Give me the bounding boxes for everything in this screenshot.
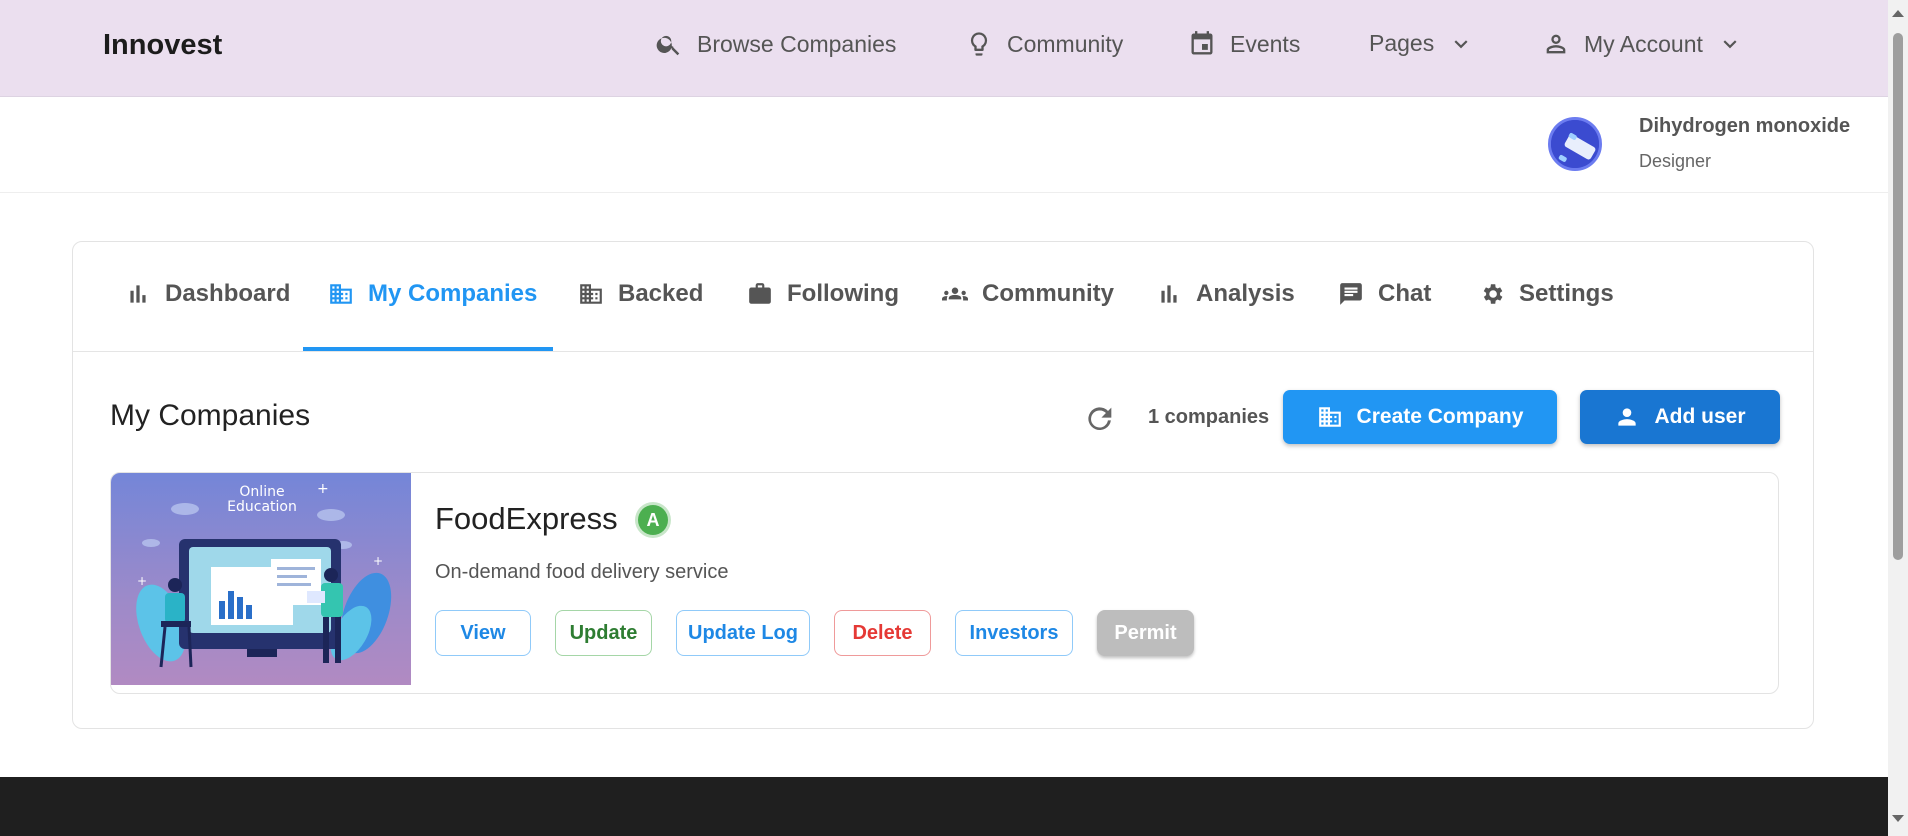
user-name: Dihydrogen monoxide — [1639, 115, 1851, 137]
tab-label: My Companies — [368, 280, 538, 307]
company-thumbnail[interactable]: + + + Online Education — [111, 473, 411, 685]
page-title: My Companies — [110, 399, 311, 432]
active-tab-indicator — [303, 347, 553, 351]
tab-label: Chat — [1378, 280, 1432, 307]
briefcase-icon — [749, 283, 771, 304]
tab-label: Backed — [618, 280, 704, 307]
nav-browse-companies[interactable]: Browse Companies — [655, 30, 896, 58]
nav-events[interactable]: Events — [1188, 30, 1300, 58]
top-navbar: Innovest Browse Companies Community Even… — [0, 0, 1888, 97]
tab-label: Following — [787, 280, 899, 307]
avatar-image — [1551, 120, 1599, 168]
update-button[interactable]: Update — [555, 610, 652, 656]
bar-chart-icon — [1161, 285, 1177, 303]
scroll-thumb[interactable] — [1893, 33, 1903, 560]
tab-following[interactable]: Following — [747, 280, 899, 308]
user-role: Designer — [1639, 151, 1712, 171]
company-actions: View Update Update Log Delete Investors … — [435, 610, 1194, 656]
people-icon — [942, 287, 968, 301]
nav-browse-label: Browse Companies — [697, 30, 897, 57]
tab-chat[interactable]: Chat — [1338, 280, 1431, 308]
tab-label: Settings — [1519, 280, 1614, 307]
building-icon — [1318, 407, 1341, 427]
refresh-icon[interactable] — [1083, 402, 1117, 436]
update-log-button[interactable]: Update Log — [676, 610, 810, 656]
investors-button[interactable]: Investors — [955, 610, 1073, 656]
tab-analysis[interactable]: Analysis — [1156, 280, 1295, 308]
tab-label: Dashboard — [165, 280, 291, 307]
scroll-down-arrow[interactable] — [1892, 815, 1904, 822]
nav-my-account-dropdown[interactable]: My Account — [1542, 30, 1743, 58]
tab-settings[interactable]: Settings — [1479, 280, 1614, 308]
svg-text:+: + — [137, 574, 147, 588]
company-description: On-demand food delivery service — [435, 561, 729, 583]
scroll-up-arrow[interactable] — [1892, 10, 1904, 17]
delete-button[interactable]: Delete — [834, 610, 931, 656]
dashboard-card: Dashboard My Companies Backed Following … — [72, 241, 1814, 729]
company-name[interactable]: FoodExpress — [435, 501, 618, 537]
tab-my-companies[interactable]: My Companies — [328, 280, 537, 308]
calendar-icon — [1191, 31, 1213, 55]
building-icon — [330, 284, 352, 304]
view-button[interactable]: View — [435, 610, 531, 656]
tab-bar: Dashboard My Companies Backed Following … — [73, 242, 1813, 352]
brand-logo[interactable]: Innovest — [103, 29, 222, 62]
add-user-button[interactable]: Add user — [1580, 390, 1780, 444]
permit-button[interactable]: Permit — [1097, 610, 1194, 656]
create-company-label: Create Company — [1356, 405, 1524, 428]
nav-community-label: Community — [1007, 30, 1124, 57]
chat-icon — [1340, 283, 1362, 305]
tab-label: Analysis — [1196, 280, 1295, 307]
company-card: + + + Online Education FoodExpress A On-… — [110, 472, 1779, 694]
chevron-down-icon — [1723, 40, 1737, 49]
person-icon — [1546, 34, 1566, 54]
nav-pages-dropdown[interactable]: Pages — [1369, 30, 1474, 57]
thumbnail-caption: Online Education — [227, 484, 297, 515]
avatar[interactable] — [1548, 117, 1602, 171]
nav-community[interactable]: Community — [965, 30, 1123, 58]
chevron-down-icon — [1454, 39, 1468, 48]
svg-text:+: + — [373, 554, 383, 568]
person-icon — [1618, 408, 1637, 426]
add-user-label: Add user — [1654, 405, 1746, 428]
nav-events-label: Events — [1230, 30, 1301, 57]
tab-label: Community — [982, 280, 1114, 307]
company-count: 1 companies — [1148, 406, 1270, 428]
building-icon — [580, 284, 602, 304]
page-scrollbar[interactable] — [1888, 0, 1908, 836]
nav-pages-label: Pages — [1369, 30, 1435, 56]
footer — [0, 777, 1888, 836]
tab-dashboard[interactable]: Dashboard — [125, 280, 290, 308]
search-icon — [656, 35, 680, 56]
svg-text:+: + — [317, 481, 329, 497]
gear-icon — [1483, 284, 1503, 304]
lightbulb-icon — [970, 32, 988, 56]
tab-backed[interactable]: Backed — [578, 280, 703, 308]
nav-account-label: My Account — [1584, 30, 1703, 57]
tab-community[interactable]: Community — [942, 280, 1114, 308]
bar-chart-icon — [130, 285, 146, 303]
status-badge: A — [638, 505, 668, 535]
create-company-button[interactable]: Create Company — [1283, 390, 1557, 444]
user-info-bar: Dihydrogen monoxide Designer — [0, 97, 1888, 193]
